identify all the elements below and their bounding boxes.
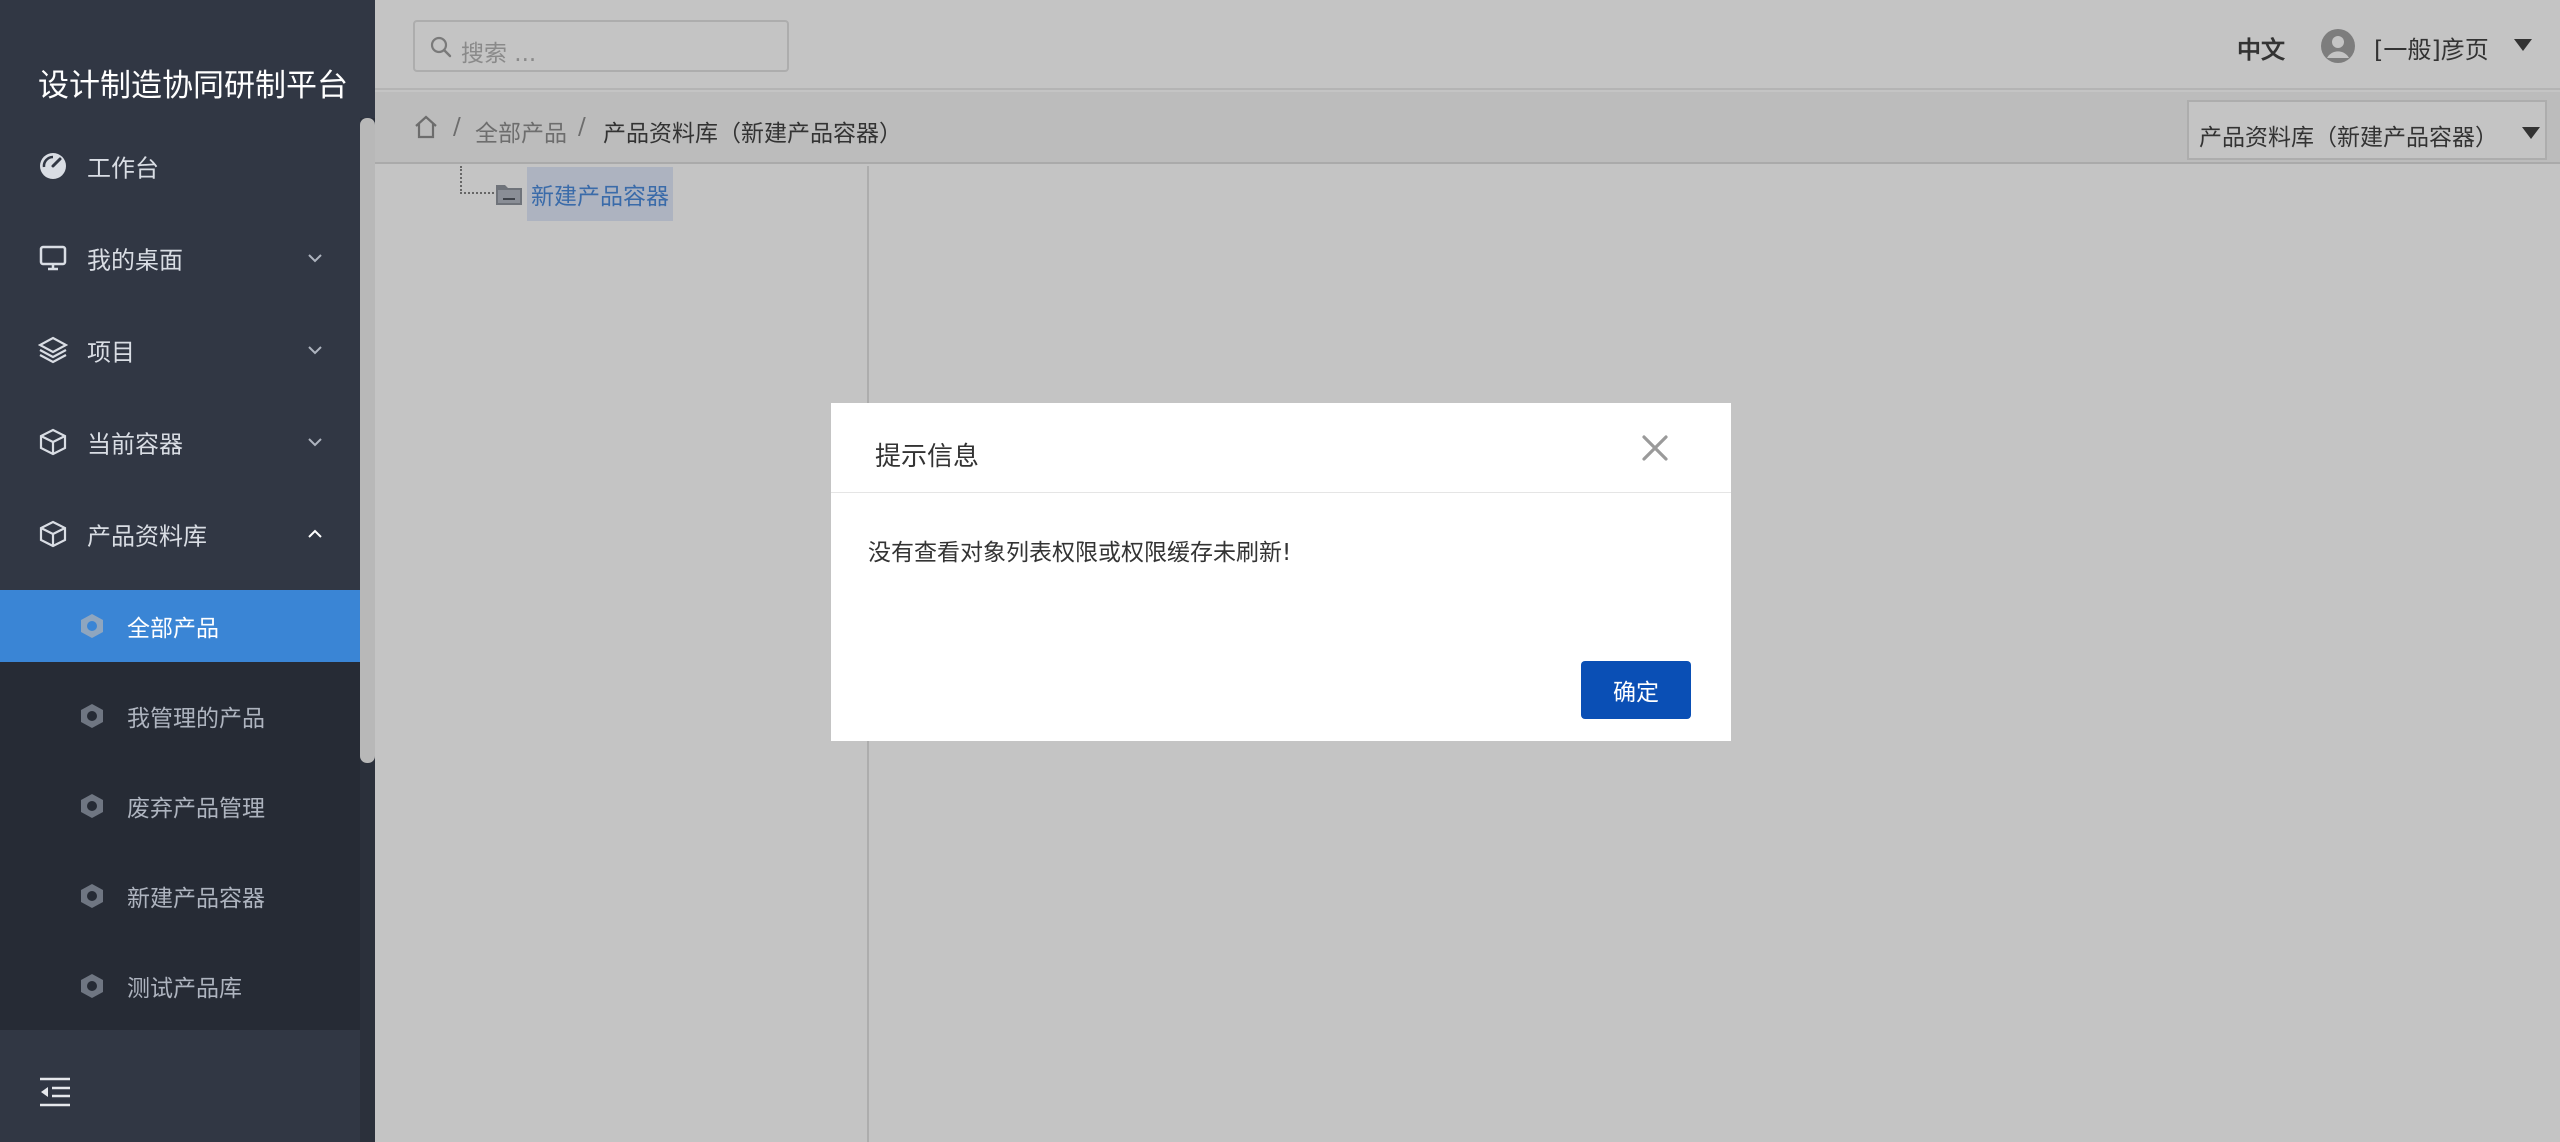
breadcrumb-separator: / <box>453 114 461 140</box>
chevron-down-icon <box>308 346 322 355</box>
product-library-submenu: 全部产品 我管理的产品 废弃产品管理 新建产品容器 测试产品库 <box>0 590 360 1030</box>
container-icon <box>39 428 67 456</box>
close-icon[interactable] <box>1640 433 1670 463</box>
sidebar-menu: 工作台 我的桌面 项目 当前容器 产品资料库 <box>0 120 360 580</box>
menu-collapse-icon[interactable] <box>38 1075 72 1109</box>
dialog-header: 提示信息 <box>831 403 1731 493</box>
tree-node[interactable]: 新建产品容器 <box>487 166 673 222</box>
dialog-title: 提示信息 <box>875 442 980 472</box>
sidebar-item-label: 我的桌面 <box>87 246 183 275</box>
sidebar-scrollbar[interactable] <box>360 118 375 763</box>
user-name[interactable]: [一般]彦页 <box>2374 30 2489 65</box>
monitor-icon <box>39 245 67 271</box>
sidebar-item-label: 工作台 <box>87 154 159 183</box>
hexagon-icon <box>81 614 103 638</box>
caret-down-icon <box>2522 127 2540 139</box>
dashboard-icon <box>40 153 66 179</box>
hexagon-icon <box>81 704 103 728</box>
hexagon-icon <box>81 794 103 818</box>
sidebar-item-label: 产品资料库 <box>87 522 207 551</box>
breadcrumb-separator: / <box>578 114 586 140</box>
breadcrumb-item-current: 产品资料库（新建产品容器） <box>603 121 902 147</box>
sidebar-item-label: 项目 <box>87 338 135 367</box>
top-header: 搜索 ... 中文 [一般]彦页 <box>375 0 2560 90</box>
sidebar-item-current-container[interactable]: 当前容器 <box>0 396 360 488</box>
context-select-value: 产品资料库（新建产品容器） <box>2199 125 2498 151</box>
info-dialog: 提示信息 没有查看对象列表权限或权限缓存未刷新! 确定 <box>831 403 1731 741</box>
chevron-down-icon <box>308 254 322 263</box>
avatar[interactable] <box>2320 28 2356 64</box>
breadcrumb: / 全部产品 / 产品资料库（新建产品容器） 产品资料库（新建产品容器） <box>375 92 2560 164</box>
search-placeholder: 搜索 ... <box>461 41 537 67</box>
layers-icon <box>38 336 68 364</box>
sidebar-item-label: 当前容器 <box>87 430 183 459</box>
cube-icon <box>39 520 67 548</box>
chevron-down-icon <box>308 438 322 447</box>
sidebar-subitem-label: 新建产品容器 <box>127 886 265 912</box>
sidebar-subitem-label: 测试产品库 <box>127 976 242 1002</box>
sidebar-item-discarded-products[interactable]: 废弃产品管理 <box>0 770 360 842</box>
breadcrumb-item[interactable]: 全部产品 <box>475 114 567 148</box>
sidebar-item-project[interactable]: 项目 <box>0 304 360 396</box>
search-input[interactable]: 搜索 ... <box>413 20 789 72</box>
sidebar-item-workbench[interactable]: 工作台 <box>0 120 360 212</box>
sidebar-item-test-product-library[interactable]: 测试产品库 <box>0 950 360 1022</box>
dialog-message: 没有查看对象列表权限或权限缓存未刷新! <box>868 540 1292 566</box>
hexagon-icon <box>81 974 103 998</box>
hexagon-icon <box>81 884 103 908</box>
confirm-button[interactable]: 确定 <box>1581 661 1691 719</box>
home-icon[interactable] <box>413 114 439 140</box>
sidebar-item-my-managed-products[interactable]: 我管理的产品 <box>0 680 360 752</box>
caret-down-icon[interactable] <box>2513 38 2533 52</box>
chevron-up-icon <box>308 529 322 538</box>
folder-icon <box>496 185 522 205</box>
sidebar-subitem-label: 全部产品 <box>127 616 219 642</box>
language-switch[interactable]: 中文 <box>2237 30 2285 65</box>
sidebar-subitem-label: 废弃产品管理 <box>127 796 265 822</box>
context-select[interactable]: 产品资料库（新建产品容器） <box>2187 100 2547 160</box>
sidebar-item-my-desktop[interactable]: 我的桌面 <box>0 212 360 304</box>
sidebar-subitem-label: 我管理的产品 <box>127 706 265 732</box>
sidebar: 设计制造协同研制平台 工作台 我的桌面 项目 当前容器 产品资料库 全部产品 我… <box>0 0 375 1142</box>
app-title: 设计制造协同研制平台 <box>38 68 348 104</box>
tree-node-label: 新建产品容器 <box>527 167 673 221</box>
sidebar-item-all-products[interactable]: 全部产品 <box>0 590 360 662</box>
search-icon <box>430 36 452 58</box>
sidebar-item-product-library[interactable]: 产品资料库 <box>0 488 360 580</box>
sidebar-item-new-product-container[interactable]: 新建产品容器 <box>0 860 360 932</box>
tree-panel: 新建产品容器 <box>375 166 869 1142</box>
